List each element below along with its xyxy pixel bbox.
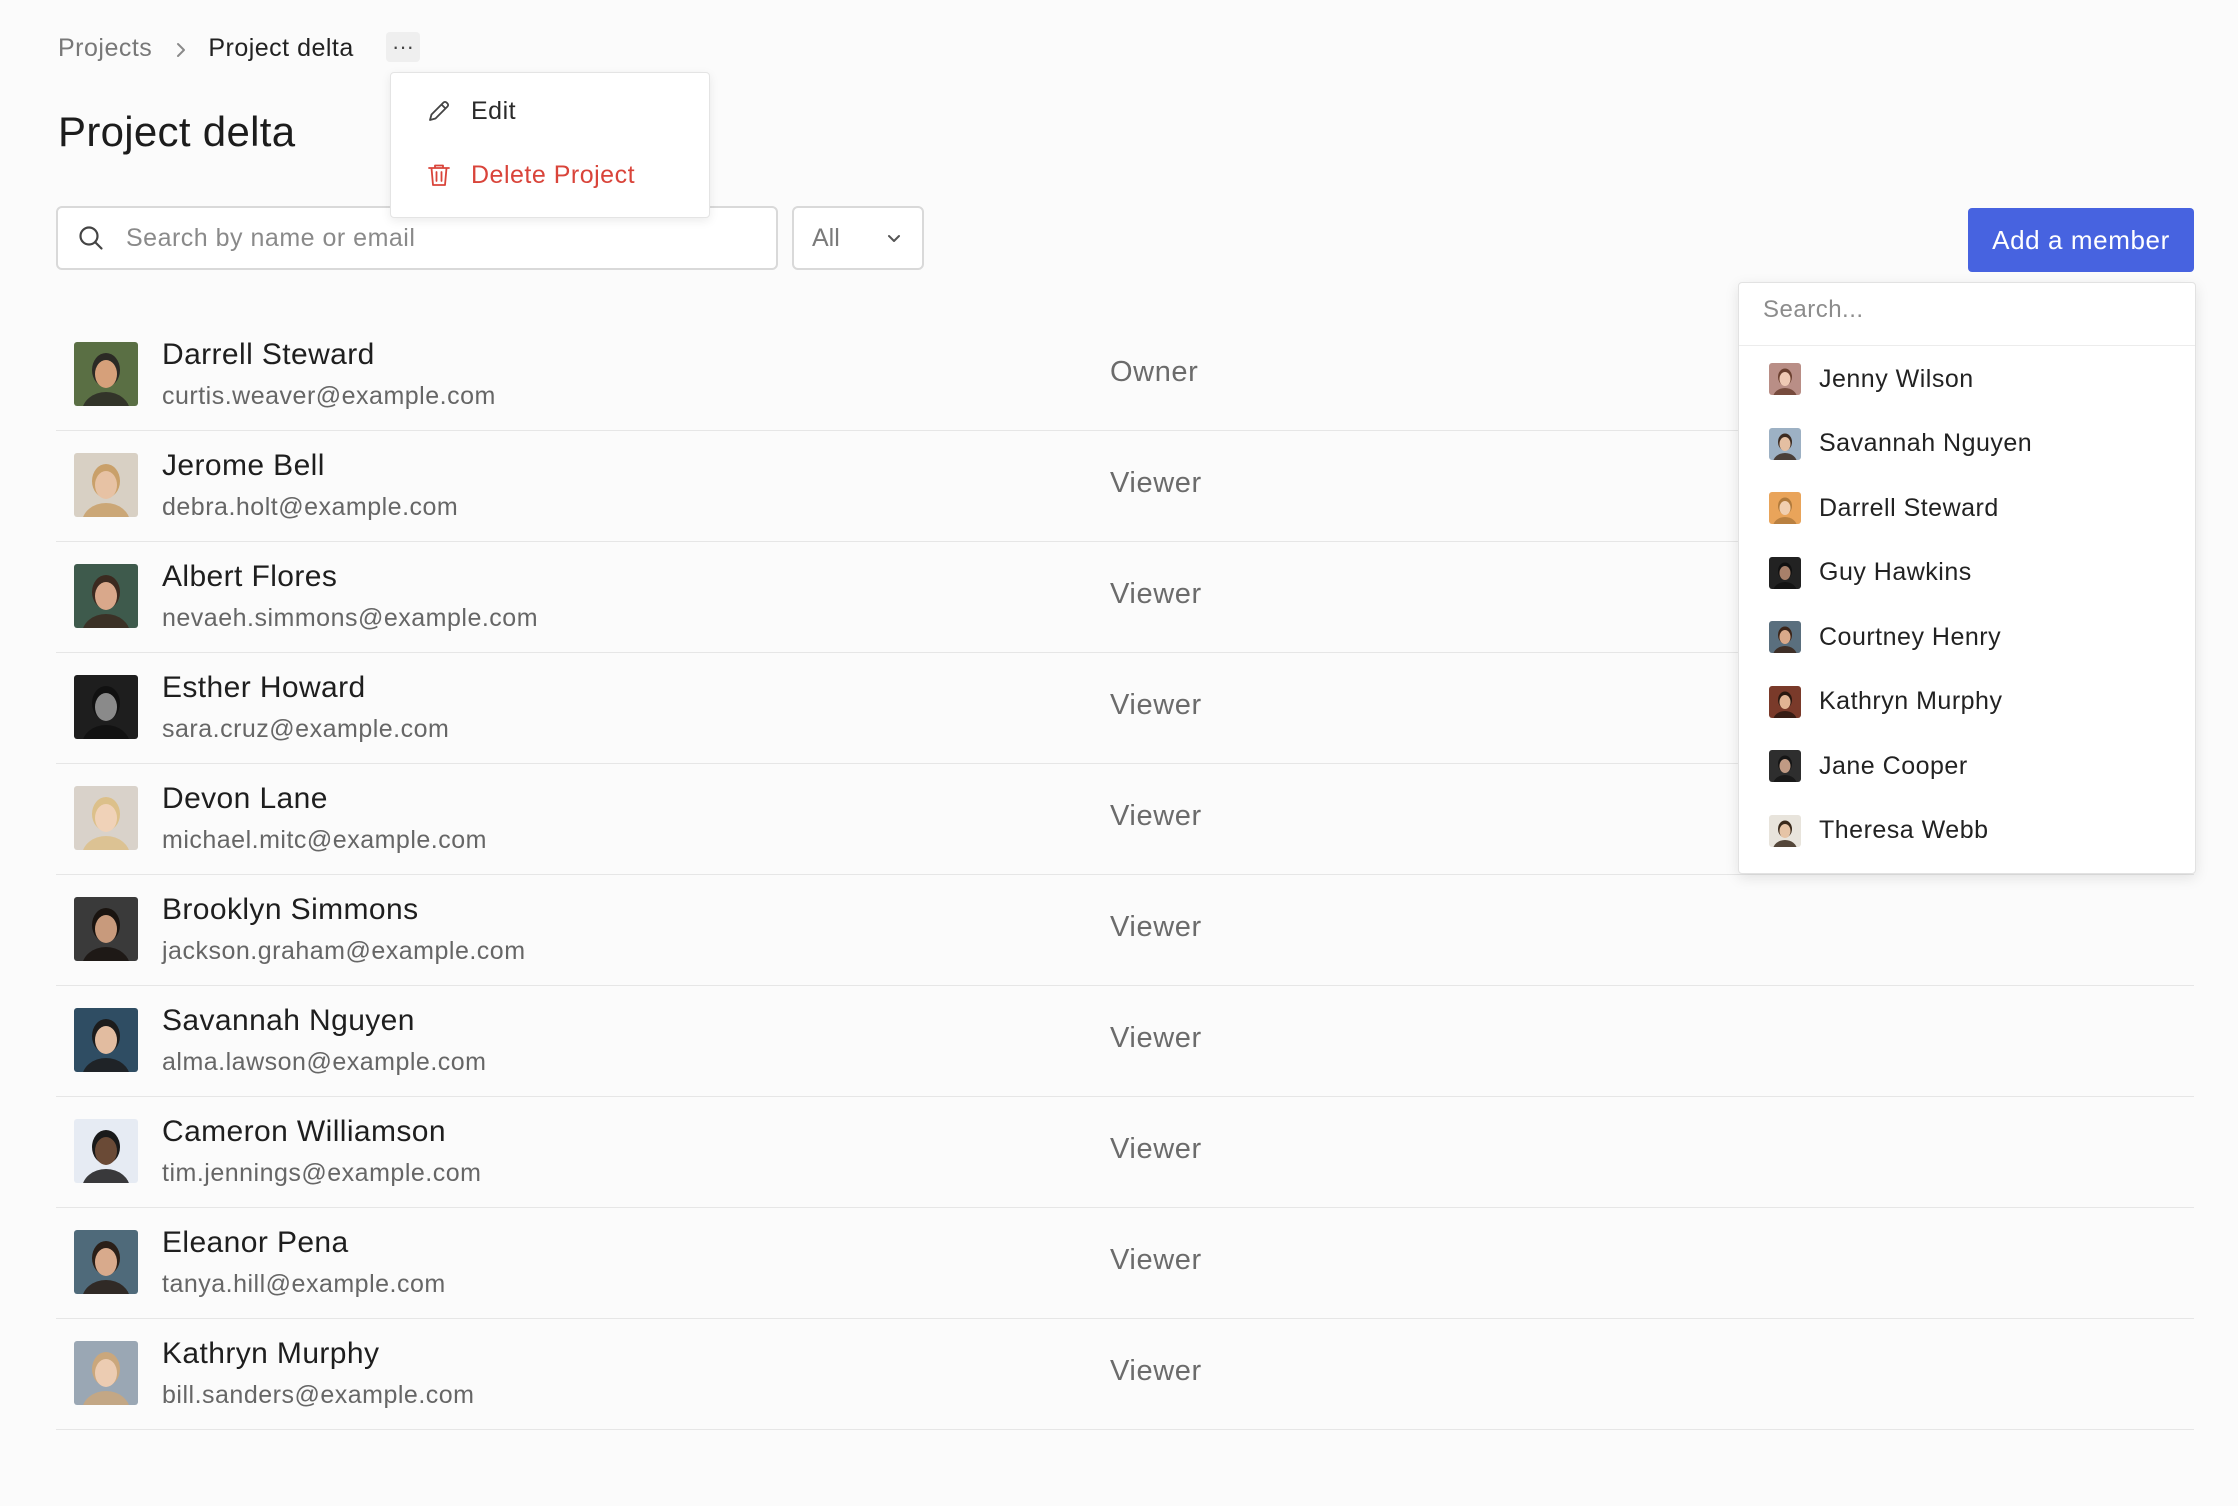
- member-role[interactable]: Owner: [1110, 356, 1198, 389]
- member-role[interactable]: Viewer: [1110, 1355, 1202, 1388]
- member-role[interactable]: Viewer: [1110, 1244, 1202, 1277]
- breadcrumb: Projects Project delta: [58, 28, 354, 68]
- member-row[interactable]: Eleanor Pena tanya.hill@example.com Viewer: [56, 1208, 2194, 1319]
- member-picker-dropdown: Jenny Wilson Savannah Nguyen Darrell Stewa…: [1738, 282, 2196, 874]
- member-role[interactable]: Viewer: [1110, 578, 1202, 611]
- member-row[interactable]: Kathryn Murphy bill.sanders@example.com Vi…: [56, 1319, 2194, 1430]
- avatar: [1769, 621, 1801, 653]
- project-actions-menu: Edit Delete Project: [390, 72, 710, 218]
- avatar: [74, 1008, 138, 1072]
- member-name: Kathryn Murphy: [162, 1337, 380, 1370]
- page-title: Project delta: [58, 108, 296, 155]
- member-picker-option[interactable]: Savannah Nguyen: [1739, 412, 2195, 476]
- member-email: debra.holt@example.com: [162, 493, 459, 521]
- member-picker-option[interactable]: Guy Hawkins: [1739, 541, 2195, 605]
- member-picker-option-name: Courtney Henry: [1819, 622, 2002, 651]
- avatar: [74, 342, 138, 406]
- member-name: Eleanor Pena: [162, 1226, 349, 1259]
- avatar: [1769, 556, 1801, 589]
- avatar: [1769, 685, 1801, 718]
- avatar: [74, 786, 138, 850]
- member-role[interactable]: Viewer: [1110, 1022, 1202, 1055]
- add-member-button[interactable]: Add a member: [1968, 208, 2194, 272]
- avatar: [74, 453, 138, 517]
- member-picker-option-name: Kathryn Murphy: [1819, 687, 2003, 715]
- member-name: Savannah Nguyen: [162, 1004, 415, 1037]
- member-email: sara.cruz@example.com: [162, 715, 450, 743]
- avatar: [74, 564, 138, 628]
- more-options-button[interactable]: ···: [386, 32, 420, 62]
- member-name: Cameron Williamson: [162, 1115, 446, 1148]
- trash-icon: [428, 164, 450, 186]
- member-search-input[interactable]: [124, 222, 728, 254]
- member-picker-option[interactable]: Jenny Wilson: [1739, 347, 2195, 411]
- breadcrumb-current: Project delta: [208, 33, 354, 62]
- member-email: tim.jennings@example.com: [162, 1159, 482, 1187]
- avatar: [74, 897, 138, 961]
- edit-label: Edit: [471, 96, 517, 125]
- member-picker-option-name: Guy Hawkins: [1819, 558, 1972, 586]
- role-filter-select[interactable]: All: [792, 206, 924, 270]
- member-picker-option[interactable]: Courtney Henry: [1739, 605, 2195, 669]
- member-email: alma.lawson@example.com: [162, 1048, 487, 1076]
- member-name: Devon Lane: [162, 782, 328, 815]
- member-name: Jerome Bell: [162, 449, 325, 482]
- avatar: [74, 1119, 138, 1183]
- avatar: [74, 1230, 138, 1294]
- member-email: michael.mitc@example.com: [162, 826, 487, 854]
- search-icon: [79, 226, 103, 250]
- member-row[interactable]: Brooklyn Simmons jackson.graham@example.c…: [56, 875, 2194, 986]
- chevron-down-icon: [888, 235, 900, 242]
- member-email: curtis.weaver@example.com: [162, 382, 496, 410]
- member-picker-search-input[interactable]: [1761, 295, 2165, 325]
- member-email: tanya.hill@example.com: [162, 1270, 446, 1298]
- member-picker-option[interactable]: Theresa Webb: [1739, 799, 2195, 863]
- member-email: nevaeh.simmons@example.com: [162, 604, 539, 632]
- member-role[interactable]: Viewer: [1110, 911, 1202, 944]
- member-picker-option-name: Savannah Nguyen: [1819, 429, 2033, 457]
- member-picker-option[interactable]: Darrell Steward: [1739, 476, 2195, 540]
- member-row[interactable]: Cameron Williamson tim.jennings@example.c…: [56, 1097, 2194, 1208]
- member-picker-option-name: Darrell Steward: [1819, 493, 1999, 522]
- edit-menu-item[interactable]: Edit: [425, 91, 516, 131]
- member-picker-search: [1739, 283, 2195, 346]
- member-role[interactable]: Viewer: [1110, 800, 1202, 833]
- role-filter-value: All: [812, 223, 840, 252]
- member-email: bill.sanders@example.com: [162, 1381, 475, 1409]
- member-email: jackson.graham@example.com: [162, 937, 526, 965]
- avatar: [1769, 427, 1801, 460]
- avatar: [1769, 814, 1801, 847]
- member-name: Albert Flores: [162, 560, 338, 593]
- member-role[interactable]: Viewer: [1110, 689, 1202, 722]
- member-picker-option-name: Jenny Wilson: [1819, 364, 1974, 393]
- member-role[interactable]: Viewer: [1110, 1133, 1202, 1166]
- member-role[interactable]: Viewer: [1110, 467, 1202, 500]
- breadcrumb-projects-link[interactable]: Projects: [58, 34, 152, 63]
- ellipsis-icon: ···: [392, 34, 414, 59]
- avatar: [74, 675, 138, 739]
- chevron-right-icon: [166, 38, 196, 58]
- avatar: [1769, 492, 1801, 524]
- member-name: Darrell Steward: [162, 338, 375, 371]
- avatar: [74, 1341, 138, 1405]
- delete-project-label: Delete Project: [471, 160, 636, 189]
- avatar: [1769, 363, 1801, 395]
- member-picker-option[interactable]: Jane Cooper: [1739, 734, 2195, 798]
- member-name: Brooklyn Simmons: [162, 893, 419, 926]
- member-picker-option-name: Jane Cooper: [1819, 751, 1968, 780]
- member-picker-option[interactable]: Kathryn Murphy: [1739, 670, 2195, 734]
- member-name: Esther Howard: [162, 671, 366, 704]
- pencil-icon: [429, 100, 450, 121]
- delete-project-menu-item[interactable]: Delete Project: [425, 155, 635, 195]
- member-row[interactable]: Savannah Nguyen alma.lawson@example.com Vi…: [56, 986, 2194, 1097]
- member-picker-option-name: Theresa Webb: [1819, 816, 1989, 844]
- avatar: [1769, 750, 1801, 782]
